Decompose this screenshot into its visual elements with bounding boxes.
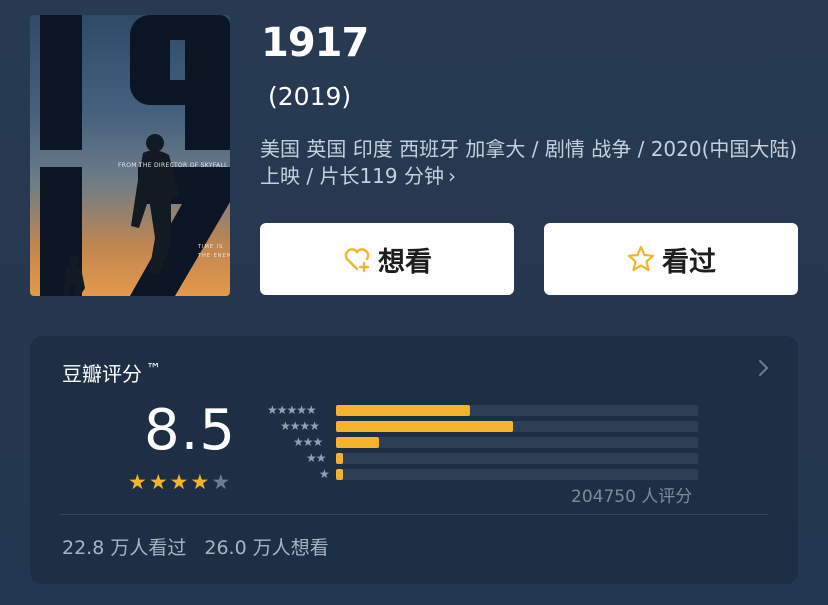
distribution-star-level: ★★★★★	[267, 403, 317, 417]
distribution-row: ★★★★	[256, 418, 706, 434]
distribution-bar	[336, 405, 470, 416]
distribution-track	[336, 437, 698, 448]
distribution-track	[336, 469, 698, 480]
movie-detail-page: FROM THE DIRECTOR OF SKYFALL TIME IS THE…	[0, 0, 828, 605]
distribution-row: ★	[256, 466, 706, 482]
star-filled-icon: ★	[128, 470, 147, 494]
distribution-star-level: ★★★★	[280, 419, 320, 433]
star-filled-icon: ★	[169, 470, 189, 494]
chevron-right-icon[interactable]	[756, 356, 772, 380]
rating-card-title: 豆瓣评分 ™	[62, 358, 161, 387]
distribution-row: ★★★	[256, 434, 706, 450]
rating-score: 8.5	[143, 398, 237, 463]
distribution-star-level: ★★★	[293, 435, 323, 449]
movie-title: 1917	[261, 20, 369, 66]
want-to-watch-label: 想看	[378, 246, 432, 278]
audience-stats: 22.8 万人看过 26.0 万人想看	[62, 533, 329, 560]
distribution-bar	[336, 421, 514, 432]
watched-button[interactable]: 看过	[544, 223, 798, 295]
chevron-right-icon: ›	[447, 164, 456, 188]
distribution-bar	[336, 437, 380, 448]
star-empty-icon: ★	[211, 470, 231, 494]
distribution-bar	[336, 469, 344, 480]
heart-plus-icon	[344, 248, 370, 273]
rating-stars: ★ ★ ★ ★ ★	[128, 472, 230, 493]
divider	[60, 514, 768, 515]
star-filled-icon: ★	[190, 470, 210, 494]
movie-meta-link[interactable]: 美国 英国 印度 西班牙 加拿大 / 剧情 战争 / 2020(中国大陆) 上映…	[260, 136, 800, 190]
distribution-row: ★★★★★	[256, 402, 706, 418]
rating-card[interactable]: 豆瓣评分 ™ 8.5 ★ ★ ★ ★ ★ ★★★★★ ★★★★ ★★★ ★★ ★ 204750 人…	[30, 336, 798, 584]
poster-director-credit: FROM THE DIRECTOR OF SKYFALL	[118, 162, 228, 169]
trademark-mark: ™	[146, 360, 161, 378]
distribution-track	[336, 421, 698, 432]
want-to-watch-button[interactable]: 想看	[260, 223, 514, 295]
want-count[interactable]: 26.0 万人想看	[204, 537, 328, 559]
movie-poster[interactable]: FROM THE DIRECTOR OF SKYFALL TIME IS THE…	[30, 15, 230, 296]
watched-label: 看过	[662, 246, 716, 278]
distribution-track	[336, 453, 698, 464]
seen-count[interactable]: 22.8 万人看过	[62, 537, 186, 559]
rating-count: 204750 人评分	[571, 487, 693, 507]
distribution-star-level: ★★	[306, 451, 326, 465]
distribution-star-level: ★	[319, 467, 330, 481]
rating-title-text: 豆瓣评分	[62, 362, 142, 386]
poster-tagline: TIME IS THE ENEMY	[198, 244, 230, 259]
distribution-bar	[336, 453, 344, 464]
movie-meta-text: 美国 英国 印度 西班牙 加拿大 / 剧情 战争 / 2020(中国大陆) 上映…	[260, 137, 798, 188]
distribution-row: ★★	[256, 450, 706, 466]
movie-year: (2019)	[268, 82, 352, 111]
star-outline-icon	[627, 245, 655, 272]
star-filled-icon: ★	[148, 470, 168, 494]
distribution-track	[336, 405, 698, 416]
rating-distribution: ★★★★★ ★★★★ ★★★ ★★ ★	[256, 402, 706, 482]
